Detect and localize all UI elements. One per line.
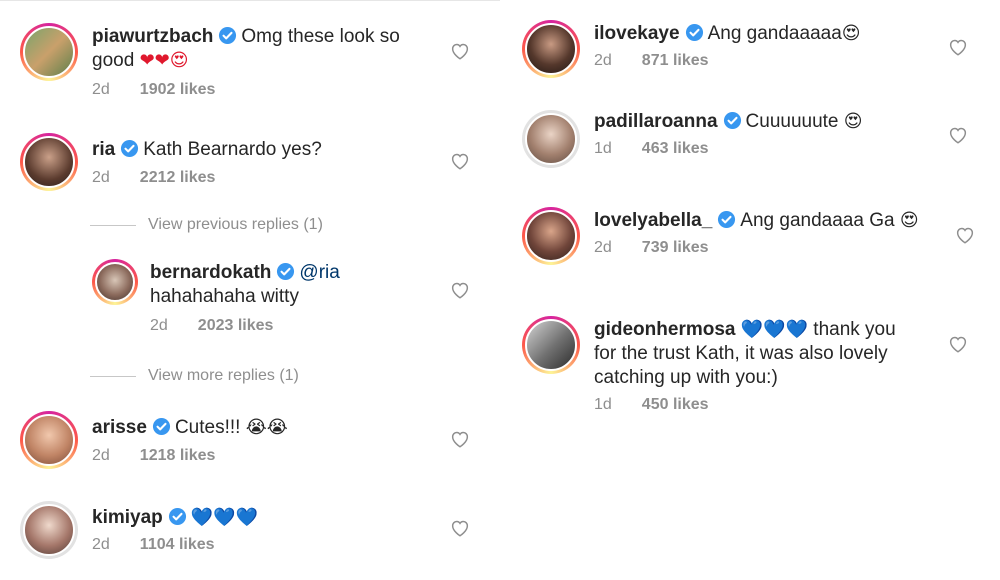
comments-panel-right: ilovekaye Ang gandaaaaa😍 2d 871 likes padi… <box>505 0 1000 580</box>
heart-outline-icon[interactable] <box>450 281 470 299</box>
comment-text: Cutes!!! <box>174 417 241 438</box>
heart-outline-icon[interactable] <box>450 42 470 60</box>
comment-likes[interactable]: 1104 likes <box>140 536 215 554</box>
emoji: 😍 <box>843 111 863 132</box>
comment-time: 2d <box>92 536 110 553</box>
emoji: ❤❤😍 <box>139 50 189 71</box>
verified-badge-icon <box>277 262 295 281</box>
avatar[interactable] <box>20 23 78 81</box>
comment-text: thank you <box>813 319 896 340</box>
comment-time: 1d <box>594 396 612 413</box>
comment-username[interactable]: gideonhermosa <box>594 319 735 340</box>
reply-time: 2d <box>150 317 168 334</box>
comment-likes[interactable]: 739 likes <box>642 239 709 257</box>
comment-text: Cuuuuuute <box>745 111 839 132</box>
comment-likes[interactable]: 2212 likes <box>140 169 216 187</box>
heart-outline-icon[interactable] <box>450 519 470 537</box>
comment-username[interactable]: lovelyabella_ <box>594 210 712 231</box>
verified-badge-icon <box>718 210 736 229</box>
avatar[interactable] <box>522 110 580 168</box>
mention-link[interactable]: @ria <box>299 262 339 283</box>
comment-text-cont: good <box>92 50 135 71</box>
comment-time: 2d <box>594 239 612 256</box>
heart-outline-icon[interactable] <box>955 226 975 244</box>
comment-likes[interactable]: 1218 likes <box>140 447 216 465</box>
comment: lovelyabella_ Ang gandaaaa Ga 😍 2d 739 lik… <box>522 207 919 265</box>
reply-username[interactable]: bernardokath <box>150 262 271 283</box>
comment-likes[interactable]: 871 likes <box>642 52 709 70</box>
comment: kimiyap 💙💙💙 2d 1104 likes <box>20 501 258 559</box>
reply-likes[interactable]: 2023 likes <box>198 317 274 335</box>
emoji: 💙💙💙 <box>190 507 259 528</box>
reply-text: hahahahaha witty <box>150 286 299 307</box>
heart-outline-icon[interactable] <box>450 152 470 170</box>
comment-username[interactable]: arisse <box>92 417 147 438</box>
panel-divider <box>501 0 504 580</box>
avatar[interactable] <box>522 207 580 265</box>
view-previous-label: View previous replies (1) <box>148 216 323 233</box>
verified-badge-icon <box>152 417 171 436</box>
comment-username[interactable]: piawurtzbach <box>92 26 213 47</box>
comment-username[interactable]: ilovekaye <box>594 23 680 44</box>
comment-text: Omg these look so <box>241 26 400 47</box>
emoji: 😭😭 <box>245 417 288 438</box>
view-more-label: View more replies (1) <box>148 367 299 384</box>
comment: padillaroanna Cuuuuuute 😍 1d 463 likes <box>522 110 863 168</box>
avatar[interactable] <box>20 411 78 469</box>
heart-outline-icon[interactable] <box>948 335 968 353</box>
comment: gideonhermosa 💙💙💙 thank you for the trus… <box>522 316 896 414</box>
comment-likes[interactable]: 1902 likes <box>140 81 216 99</box>
avatar[interactable] <box>20 501 78 559</box>
verified-badge-icon <box>121 139 139 158</box>
emoji: 💙💙💙 <box>740 319 809 340</box>
avatar[interactable] <box>20 133 78 191</box>
comment-time: 2d <box>594 52 612 69</box>
avatar[interactable] <box>92 259 138 305</box>
comment-time: 1d <box>594 140 612 157</box>
heart-outline-icon[interactable] <box>948 126 968 144</box>
comment-time: 2d <box>92 81 110 98</box>
avatar[interactable] <box>522 316 580 374</box>
comment-username[interactable]: ria <box>92 139 115 160</box>
emoji: 😍 <box>841 23 861 44</box>
comment: ilovekaye Ang gandaaaaa😍 2d 871 likes <box>522 20 861 78</box>
view-previous-replies-link[interactable]: View previous replies (1) <box>90 216 323 234</box>
comment-text: Ang gandaaaa Ga <box>740 210 895 231</box>
comment-time: 2d <box>92 447 110 464</box>
comment-text-cont: for the trust Kath, it was also lovely <box>594 343 888 364</box>
avatar[interactable] <box>522 20 580 78</box>
verified-badge-icon <box>723 111 741 130</box>
comment-time: 2d <box>92 169 110 186</box>
comment-username[interactable]: padillaroanna <box>594 111 718 132</box>
heart-outline-icon[interactable] <box>948 38 968 56</box>
comment-likes[interactable]: 463 likes <box>642 140 709 158</box>
comment-text: Ang gandaaaaa <box>707 23 842 44</box>
comment: piawurtzbach Omg these look so good ❤❤😍 2… <box>20 23 400 99</box>
verified-badge-icon <box>685 23 703 42</box>
comment: arisse Cutes!!! 😭😭 2d 1218 likes <box>20 411 288 469</box>
reply: bernardokath @ria hahahahaha witty 2d 2023… <box>92 259 340 335</box>
comment: ria Kath Bearnardo yes? 2d 2212 likes <box>20 133 322 191</box>
emoji: 😍 <box>899 210 919 231</box>
verified-badge-icon <box>168 507 186 526</box>
comment-likes[interactable]: 450 likes <box>642 396 709 414</box>
comment-text: Kath Bearnardo yes? <box>143 139 322 160</box>
comment-username[interactable]: kimiyap <box>92 507 163 528</box>
verified-badge-icon <box>219 26 237 45</box>
view-more-replies-link[interactable]: View more replies (1) <box>90 367 299 385</box>
heart-outline-icon[interactable] <box>450 430 470 448</box>
comments-panel-left: piawurtzbach Omg these look so good ❤❤😍 2… <box>0 0 500 580</box>
comment-text-cont2: catching up with you:) <box>594 367 778 388</box>
